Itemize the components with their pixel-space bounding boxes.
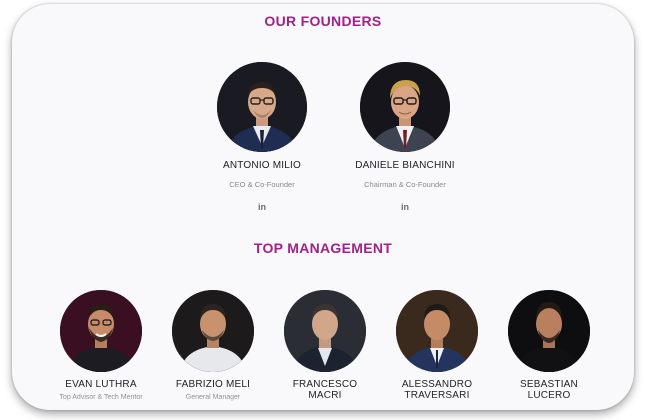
manager-card: EVAN LUTHRA Top Advisor & Tech Mentor [56,290,146,403]
person-name: FABRIZIO MELI [175,379,251,390]
avatar[interactable] [217,62,307,152]
bottom-fade [12,396,634,410]
founder-card: DANIELE BIANCHINI Chairman & Co-Founder … [335,62,475,215]
person-role: Chairman & Co-Founder [364,180,446,189]
person-name: DANIELE BIANCHINI [355,160,455,171]
person-role: CEO & Co-Founder [229,180,295,189]
avatar[interactable] [284,290,366,372]
avatar[interactable] [60,290,142,372]
founder-card: ANTONIO MILIO CEO & Co-Founder in [202,62,322,215]
linkedin-icon[interactable]: in [258,202,266,212]
manager-card: FRANCESCO MACRI [280,290,370,401]
person-name: ANTONIO MILIO [223,160,301,171]
manager-card: ALESSANDRO TRAVERSARI [392,290,482,401]
manager-card: SEBASTIAN LUCERO [504,290,594,401]
avatar[interactable] [172,290,254,372]
avatar[interactable] [508,290,590,372]
team-card: OUR FOUNDERS ANTONIO MILIO CEO & Co-Foun… [12,4,634,410]
avatar[interactable] [360,62,450,152]
avatar[interactable] [396,290,478,372]
founders-section-title: OUR FOUNDERS [264,13,382,29]
management-section-title: TOP MANAGEMENT [253,240,393,256]
linkedin-icon[interactable]: in [401,202,409,212]
manager-card: FABRIZIO MELI General Manager [168,290,258,403]
person-name: EVAN LUTHRA [65,379,137,390]
